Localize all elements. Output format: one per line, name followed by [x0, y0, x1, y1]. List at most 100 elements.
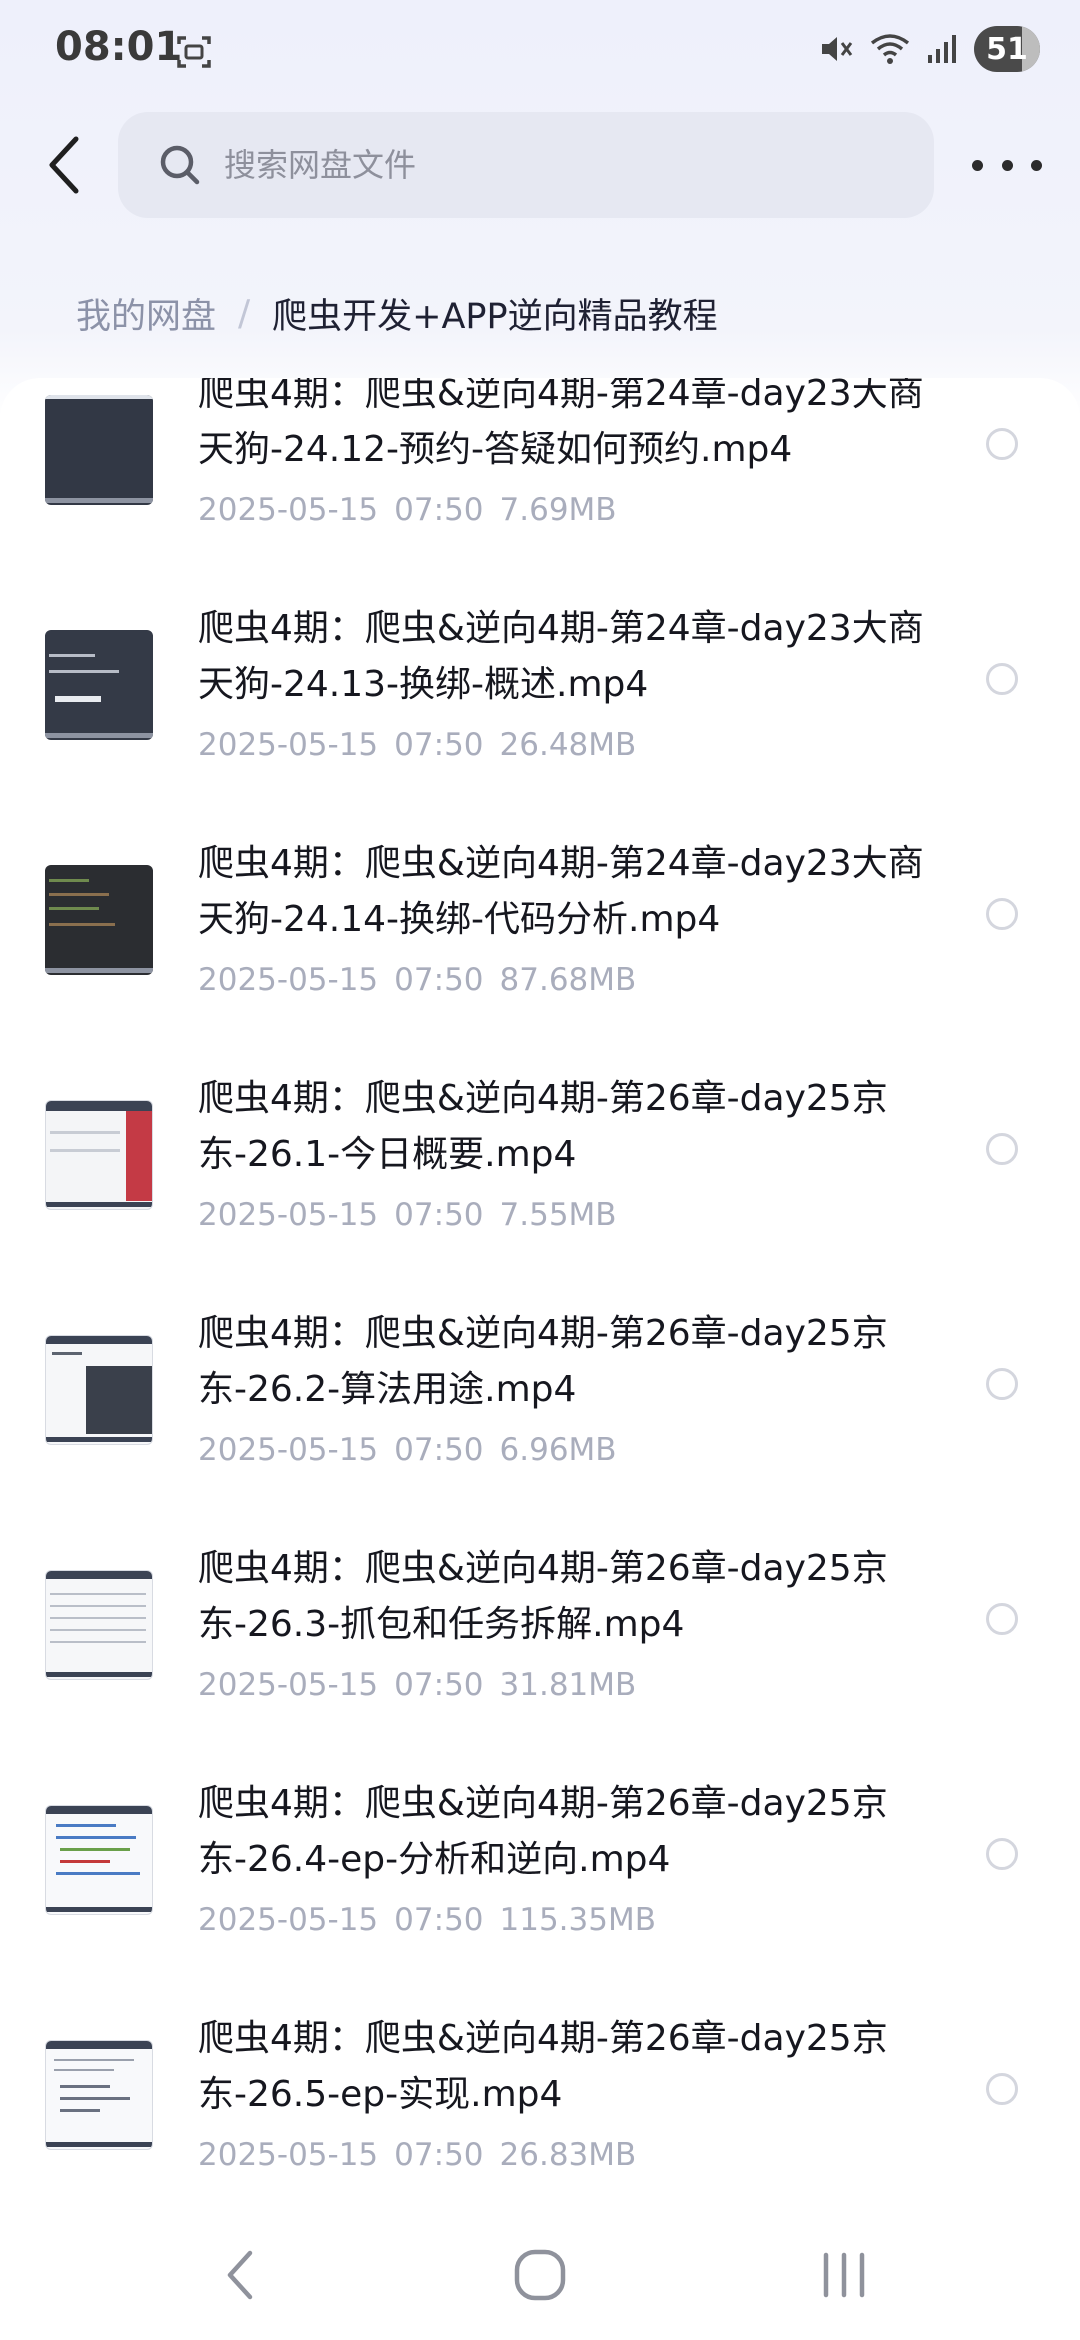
file-time: 07:50: [394, 2137, 484, 2173]
file-size: 26.83MB: [499, 2137, 637, 2173]
mute-icon: [822, 37, 853, 61]
select-radio[interactable]: [986, 663, 1018, 695]
file-time: 07:50: [394, 1432, 484, 1468]
file-size: 26.48MB: [499, 727, 637, 763]
file-row[interactable]: 爬虫4期：爬虫&逆向4期-第26章-day25京 东-26.2-算法用途.mp4…: [0, 1284, 1080, 1519]
file-time: 07:50: [394, 492, 484, 528]
file-name: 爬虫4期：爬虫&逆向4期-第26章-day25京 东-26.5-ep-实现.mp…: [198, 2011, 958, 2123]
file-name-line: 东-26.2-算法用途.mp4: [198, 1369, 577, 1410]
file-row[interactable]: 爬虫4期：爬虫&逆向4期-第26章-day25京 东-26.1-今日概要.mp4…: [0, 1049, 1080, 1284]
select-radio[interactable]: [986, 1133, 1018, 1165]
file-meta: 2025-05-15 07:50 7.69MB: [198, 492, 617, 528]
select-radio[interactable]: [986, 1838, 1018, 1870]
file-row[interactable]: 爬虫4期：爬虫&逆向4期-第24章-day23大商 天狗-24.14-换绑-代码…: [0, 814, 1080, 1049]
file-name: 爬虫4期：爬虫&逆向4期-第26章-day25京 东-26.3-抓包和任务拆解.…: [198, 1541, 958, 1653]
wifi-icon: [870, 34, 910, 64]
file-name-line: 东-26.5-ep-实现.mp4: [198, 2074, 563, 2115]
file-name-line: 爬虫4期：爬虫&逆向4期-第24章-day23大商: [198, 378, 924, 414]
file-name: 爬虫4期：爬虫&逆向4期-第24章-day23大商 天狗-24.12-预约-答疑…: [198, 378, 958, 478]
more-dot: [1031, 159, 1042, 171]
battery-indicator: 51: [974, 26, 1040, 72]
file-name-line: 天狗-24.13-换绑-概述.mp4: [198, 664, 649, 705]
select-radio[interactable]: [986, 1603, 1018, 1635]
file-date: 2025-05-15: [198, 962, 379, 998]
nav-home-icon: [514, 2249, 566, 2301]
more-dots-icon: [972, 159, 983, 171]
select-radio[interactable]: [986, 2073, 1018, 2105]
search-icon: [160, 145, 200, 185]
video-thumbnail: [45, 395, 153, 505]
file-time: 07:50: [394, 1667, 484, 1703]
file-name-line: 爬虫4期：爬虫&逆向4期-第26章-day25京: [198, 1313, 888, 1354]
status-time: 08:01: [55, 24, 183, 70]
file-name-line: 爬虫4期：爬虫&逆向4期-第26章-day25京: [198, 2018, 888, 2059]
file-time: 07:50: [394, 1902, 484, 1938]
file-date: 2025-05-15: [198, 492, 379, 528]
file-meta: 2025-05-15 07:50 26.83MB: [198, 2137, 636, 2173]
file-time: 07:50: [394, 1197, 484, 1233]
file-date: 2025-05-15: [198, 1667, 379, 1703]
status-bar: 08:01 51: [0, 0, 1080, 100]
file-row[interactable]: 爬虫4期：爬虫&逆向4期-第26章-day25京 东-26.5-ep-实现.mp…: [0, 1989, 1080, 2193]
video-thumbnail: [45, 1805, 153, 1915]
file-name-line: 东-26.1-今日概要.mp4: [198, 1134, 577, 1175]
more-dot: [1001, 159, 1013, 171]
file-name-line: 爬虫4期：爬虫&逆向4期-第26章-day25京: [198, 1548, 888, 1589]
file-row[interactable]: 爬虫4期：爬虫&逆向4期-第26章-day25京 东-26.3-抓包和任务拆解.…: [0, 1519, 1080, 1754]
nav-home-button[interactable]: [500, 2240, 580, 2310]
file-date: 2025-05-15: [198, 1902, 379, 1938]
status-icons: 51: [818, 24, 1040, 74]
search-input[interactable]: [224, 146, 824, 184]
battery-level: 51: [986, 31, 1028, 67]
file-time: 07:50: [394, 727, 484, 763]
file-date: 2025-05-15: [198, 1197, 379, 1233]
signal-icon: [928, 35, 956, 63]
file-size: 7.69MB: [499, 492, 617, 528]
video-thumbnail: [45, 630, 153, 740]
file-size: 115.35MB: [499, 1902, 656, 1938]
file-meta: 2025-05-15 07:50 87.68MB: [198, 962, 636, 998]
file-date: 2025-05-15: [198, 1432, 379, 1468]
select-radio[interactable]: [986, 898, 1018, 930]
nav-back-icon: [227, 2250, 253, 2300]
file-date: 2025-05-15: [198, 727, 379, 763]
file-size: 6.96MB: [499, 1432, 617, 1468]
file-row[interactable]: 爬虫4期：爬虫&逆向4期-第24章-day23大商 天狗-24.13-换绑-概述…: [0, 579, 1080, 814]
file-size: 7.55MB: [499, 1197, 617, 1233]
select-radio[interactable]: [986, 428, 1018, 460]
screenshot-icon: [177, 36, 211, 68]
file-meta: 2025-05-15 07:50 6.96MB: [198, 1432, 617, 1468]
file-name: 爬虫4期：爬虫&逆向4期-第24章-day23大商 天狗-24.14-换绑-代码…: [198, 836, 958, 948]
file-meta: 2025-05-15 07:50 31.81MB: [198, 1667, 636, 1703]
video-thumbnail: [45, 2040, 153, 2150]
file-name-line: 爬虫4期：爬虫&逆向4期-第26章-day25京: [198, 1078, 888, 1119]
file-row[interactable]: 爬虫4期：爬虫&逆向4期-第26章-day25京 东-26.4-ep-分析和逆向…: [0, 1754, 1080, 1989]
nav-recent-button[interactable]: [804, 2240, 884, 2310]
breadcrumb-root[interactable]: 我的网盘: [76, 288, 216, 339]
file-name-line: 东-26.3-抓包和任务拆解.mp4: [198, 1604, 685, 1645]
select-radio[interactable]: [986, 1368, 1018, 1400]
chevron-left-icon: [49, 136, 79, 194]
back-button[interactable]: [36, 130, 92, 200]
file-list: 爬虫4期：爬虫&逆向4期-第24章-day23大商 天狗-24.12-预约-答疑…: [0, 378, 1080, 2193]
file-date: 2025-05-15: [198, 2137, 379, 2173]
file-meta: 2025-05-15 07:50 115.35MB: [198, 1902, 656, 1938]
file-name-line: 爬虫4期：爬虫&逆向4期-第24章-day23大商: [198, 608, 924, 649]
file-name: 爬虫4期：爬虫&逆向4期-第24章-day23大商 天狗-24.13-换绑-概述…: [198, 601, 958, 713]
nav-back-button[interactable]: [200, 2240, 280, 2310]
file-size: 87.68MB: [499, 962, 637, 998]
more-options-button[interactable]: [972, 140, 1042, 190]
file-name: 爬虫4期：爬虫&逆向4期-第26章-day25京 东-26.1-今日概要.mp4: [198, 1071, 958, 1183]
search-bar[interactable]: [118, 112, 934, 218]
file-name-line: 爬虫4期：爬虫&逆向4期-第24章-day23大商: [198, 843, 924, 884]
video-thumbnail: [45, 1570, 153, 1680]
file-name: 爬虫4期：爬虫&逆向4期-第26章-day25京 东-26.2-算法用途.mp4: [198, 1306, 958, 1418]
file-name-line: 天狗-24.14-换绑-代码分析.mp4: [198, 899, 721, 940]
file-meta: 2025-05-15 07:50 26.48MB: [198, 727, 636, 763]
nav-recent-icon: [823, 2252, 865, 2298]
system-nav-bar: [0, 2200, 1080, 2340]
breadcrumb-separator: /: [238, 293, 251, 334]
file-name-line: 东-26.4-ep-分析和逆向.mp4: [198, 1839, 671, 1880]
video-thumbnail: [45, 865, 153, 975]
file-row[interactable]: 爬虫4期：爬虫&逆向4期-第24章-day23大商 天狗-24.12-预约-答疑…: [0, 378, 1080, 579]
